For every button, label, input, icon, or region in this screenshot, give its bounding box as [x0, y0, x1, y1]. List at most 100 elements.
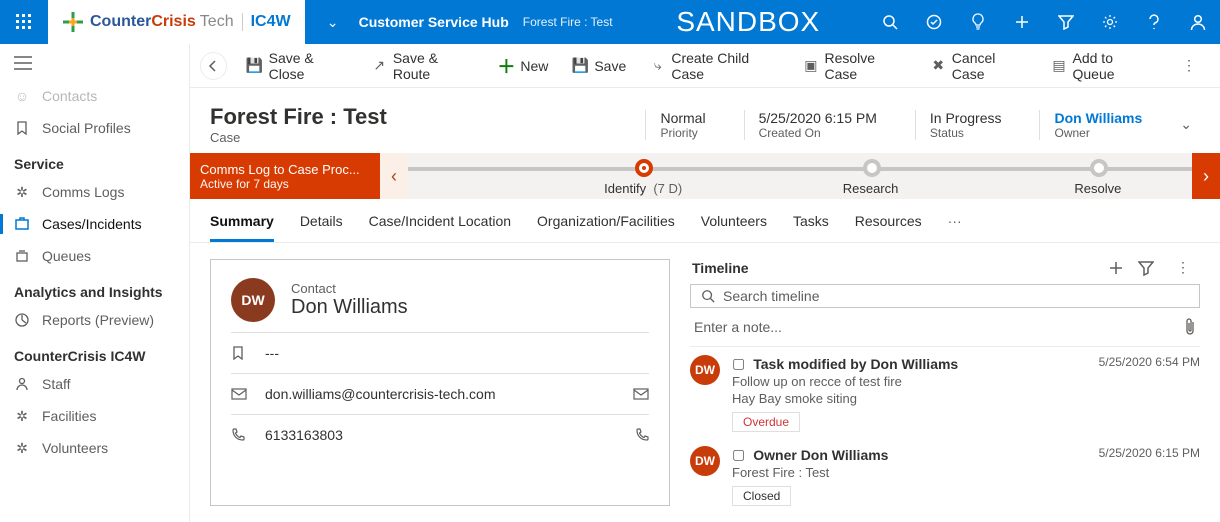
sidebar-item-staff[interactable]: Staff — [0, 368, 189, 400]
person-icon — [14, 376, 30, 392]
timeline-item[interactable]: DW▢Task modified by Don WilliamsFollow u… — [690, 355, 1200, 432]
timeline-item[interactable]: DW▢Owner Don WilliamsForest Fire : TestC… — [690, 446, 1200, 506]
tab-org[interactable]: Organization/Facilities — [537, 213, 675, 242]
header-owner[interactable]: Don Williams Owner — [1039, 110, 1156, 140]
tab-resources[interactable]: Resources — [855, 213, 922, 242]
contact-name[interactable]: Don Williams — [291, 296, 408, 319]
cmd-save-route[interactable]: ↗Save & Route — [362, 44, 485, 88]
sidebar-label: Reports (Preview) — [42, 312, 154, 328]
filter-icon[interactable] — [1044, 0, 1088, 44]
sidebar-item-facilities[interactable]: ✲ Facilities — [0, 400, 189, 432]
sidebar-item-queues[interactable]: Queues — [0, 240, 189, 272]
phone-icon — [231, 428, 249, 442]
timeline-title: Timeline — [692, 260, 749, 276]
form-tabs: Summary Details Case/Incident Location O… — [190, 199, 1220, 243]
sidebar-item-cases[interactable]: Cases/Incidents — [0, 208, 189, 240]
gear-small-icon: ✲ — [14, 408, 30, 424]
tab-summary[interactable]: Summary — [210, 213, 274, 242]
timeline-item-line: Hay Bay smoke siting — [732, 391, 1087, 406]
main-content: 💾Save & Close ↗Save & Route ＋New 💾Save ⤷… — [190, 44, 1220, 522]
sidebar-label: Cases/Incidents — [42, 216, 142, 232]
timeline-item-title: Task modified by Don Williams — [753, 356, 958, 372]
search-placeholder: Search timeline — [723, 288, 820, 304]
timeline-more[interactable]: ⋮ — [1168, 259, 1198, 276]
header-status[interactable]: In Progress Status — [915, 110, 1016, 140]
cmd-new[interactable]: ＋New — [488, 52, 558, 80]
search-icon[interactable] — [868, 0, 912, 44]
cmd-save-close[interactable]: 💾Save & Close — [237, 44, 358, 88]
sidebar-item-social[interactable]: Social Profiles — [0, 112, 189, 144]
tab-volunteers[interactable]: Volunteers — [701, 213, 767, 242]
sitemap-sidebar: ☺ Contacts Social Profiles Service ✲ Com… — [0, 44, 190, 522]
cmd-label: Create Child Case — [671, 50, 779, 82]
timeline-item-line: Forest Fire : Test — [732, 465, 1087, 480]
tab-overflow[interactable]: ··· — [948, 213, 962, 242]
sidebar-item-volunteers[interactable]: ✲ Volunteers — [0, 432, 189, 464]
bpf-forward[interactable]: › — [1192, 153, 1220, 199]
cmd-cancel[interactable]: ✖Cancel Case — [921, 44, 1038, 88]
cmd-label: Save & Close — [269, 50, 348, 82]
contact-field-label: Contact — [291, 281, 408, 296]
cmd-resolve[interactable]: ▣Resolve Case — [793, 44, 916, 88]
timeline-timestamp: 5/25/2020 6:54 PM — [1099, 355, 1200, 432]
header-label: Priority — [660, 126, 705, 140]
send-mail-icon[interactable] — [633, 388, 649, 400]
sidebar-item-reports[interactable]: Reports (Preview) — [0, 304, 189, 336]
user-icon[interactable] — [1176, 0, 1220, 44]
timeline-item-line: Follow up on recce of test fire — [732, 374, 1087, 389]
help-icon[interactable] — [1132, 0, 1176, 44]
bookmark-icon — [231, 346, 249, 360]
sidebar-item-contacts[interactable]: ☺ Contacts — [0, 80, 189, 112]
contact-bookmark-row[interactable]: --- — [231, 332, 649, 373]
record-entity: Case — [210, 130, 387, 145]
expand-header[interactable]: ⌄ — [1180, 116, 1200, 133]
header-label: Created On — [759, 126, 877, 140]
header-priority[interactable]: Normal Priority — [645, 110, 719, 140]
tab-location[interactable]: Case/Incident Location — [369, 213, 511, 242]
cmd-create-child[interactable]: ⤷Create Child Case — [640, 44, 789, 88]
timeline-filter[interactable] — [1138, 260, 1168, 276]
stage-name: Comms Log to Case Proc... — [200, 162, 370, 177]
hub-switcher[interactable]: ⌄ Customer Service Hub Forest Fire : Tes… — [305, 14, 629, 31]
brand-logo[interactable]: CounterCrisis Tech IC4W — [48, 0, 305, 44]
cmd-save[interactable]: 💾Save — [562, 52, 636, 80]
sidebar-label: Volunteers — [42, 440, 108, 456]
resolve-icon: ▣ — [803, 58, 818, 74]
header-created[interactable]: 5/25/2020 6:15 PM Created On — [744, 110, 891, 140]
tab-tasks[interactable]: Tasks — [793, 213, 829, 242]
active-stage[interactable]: Comms Log to Case Proc... Active for 7 d… — [190, 153, 380, 199]
contact-phone-row[interactable]: 6133163803 — [231, 414, 649, 455]
app-launcher[interactable] — [0, 0, 48, 44]
hub-name: Customer Service Hub — [359, 14, 509, 30]
collapse-sidebar[interactable] — [0, 52, 189, 80]
sidebar-item-comms[interactable]: ✲ Comms Logs — [0, 176, 189, 208]
stage-node-research[interactable] — [863, 159, 881, 177]
header-value: Normal — [660, 110, 705, 126]
stage-node-resolve[interactable] — [1090, 159, 1108, 177]
timeline-search[interactable]: Search timeline — [690, 284, 1200, 308]
activity-icon: ▢ — [732, 446, 745, 463]
cmd-overflow[interactable]: ⋮ — [1168, 51, 1210, 80]
sidebar-group-cc: CounterCrisis IC4W — [0, 336, 189, 368]
note-placeholder: Enter a note... — [694, 319, 782, 335]
task-icon[interactable] — [912, 0, 956, 44]
timeline-note-input[interactable]: Enter a note... — [690, 308, 1200, 347]
gear-icon[interactable] — [1088, 0, 1132, 44]
mail-icon — [231, 388, 249, 400]
plus-icon[interactable] — [1000, 0, 1044, 44]
record-header: Forest Fire : Test Case Normal Priority … — [190, 88, 1220, 153]
call-icon[interactable] — [635, 428, 649, 442]
tab-details[interactable]: Details — [300, 213, 343, 242]
back-button[interactable] — [200, 52, 227, 80]
timeline-avatar: DW — [690, 446, 720, 476]
bpf-back[interactable]: ‹ — [380, 153, 408, 199]
contact-email-row[interactable]: don.williams@countercrisis-tech.com — [231, 373, 649, 414]
timeline-add[interactable] — [1108, 260, 1138, 276]
cmd-label: Save — [594, 58, 626, 74]
attach-icon[interactable] — [1184, 318, 1196, 336]
stage-node-identify[interactable] — [635, 159, 653, 177]
cmd-add-queue[interactable]: ▤Add to Queue — [1041, 44, 1164, 88]
cmd-label: Save & Route — [393, 50, 475, 82]
lightbulb-icon[interactable] — [956, 0, 1000, 44]
brand-text-2: Crisis — [151, 13, 195, 31]
